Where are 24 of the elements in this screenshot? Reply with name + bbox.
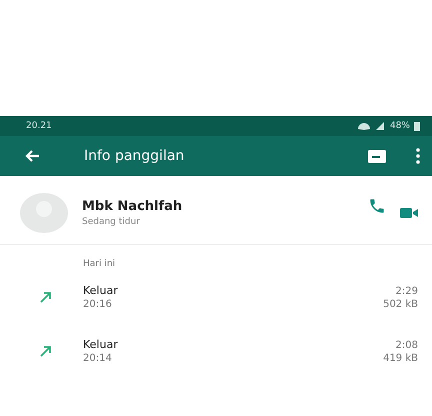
more-options-icon[interactable] bbox=[416, 148, 420, 164]
status-time: 20.21 bbox=[26, 121, 52, 131]
call-time: 20:16 bbox=[83, 299, 113, 310]
call-type: Keluar bbox=[83, 338, 119, 351]
call-duration: 2:29 bbox=[394, 286, 418, 297]
message-icon[interactable] bbox=[368, 150, 386, 162]
call-data-size: 502 kB bbox=[383, 299, 418, 310]
video-camera-icon[interactable] bbox=[400, 207, 418, 219]
call-time: 20:14 bbox=[83, 353, 113, 364]
outgoing-arrow-icon bbox=[40, 345, 52, 357]
contact-status: Sedang tidur bbox=[82, 217, 141, 227]
phone-icon[interactable] bbox=[368, 197, 386, 215]
call-data-size: 419 kB bbox=[383, 353, 418, 364]
avatar-icon bbox=[20, 193, 68, 233]
outgoing-arrow-icon bbox=[40, 291, 52, 303]
call-type: Keluar bbox=[83, 284, 119, 297]
signal-icon bbox=[356, 121, 386, 131]
call-duration: 2:08 bbox=[394, 340, 418, 351]
screen-title: Info panggilan bbox=[84, 148, 186, 164]
battery-level: 48% bbox=[390, 121, 410, 131]
contact-name: Mbk Nachlfah bbox=[82, 199, 184, 214]
section-header: Hari ini bbox=[82, 258, 116, 271]
back-arrow-icon[interactable] bbox=[24, 149, 40, 163]
battery-icon bbox=[414, 121, 420, 131]
